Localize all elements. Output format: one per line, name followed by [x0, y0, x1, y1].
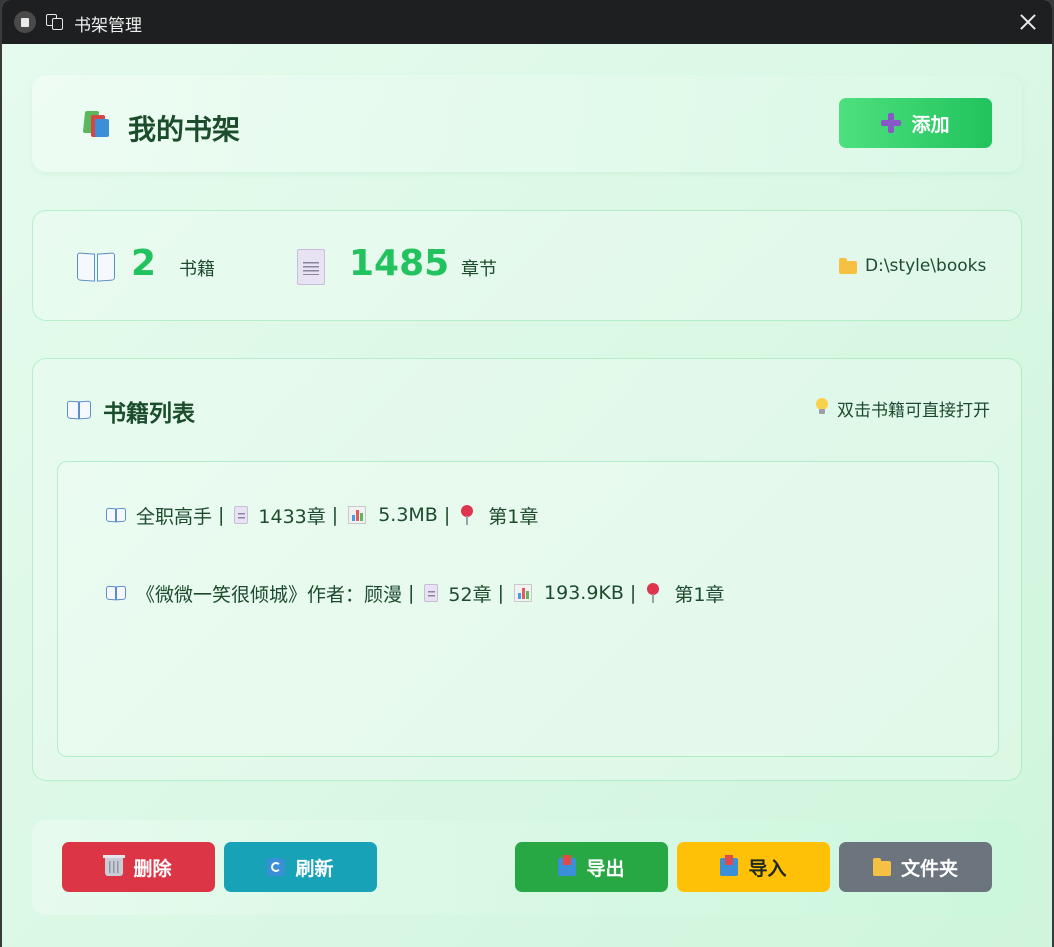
book-progress: 第1章 — [488, 505, 539, 528]
close-icon[interactable] — [1018, 12, 1038, 32]
page-title: 我的书架 — [128, 113, 241, 146]
document-icon — [234, 506, 249, 524]
open-book-icon — [67, 400, 91, 420]
book-progress: 第1章 — [674, 583, 725, 606]
chapters-label: 章节 — [461, 259, 497, 280]
list-title: 书籍列表 — [103, 401, 195, 427]
book-icon — [106, 507, 126, 523]
folder-icon — [872, 858, 891, 876]
add-button[interactable]: 添加 — [839, 98, 992, 148]
book-name: 《微微一笑很倾城》作者：顾漫 — [136, 583, 403, 606]
app-icon[interactable] — [14, 11, 36, 33]
outbox-icon — [558, 855, 577, 876]
folder-icon — [839, 258, 857, 274]
books-label: 书籍 — [179, 259, 215, 280]
pushpin-icon — [460, 505, 474, 525]
plus-icon — [881, 113, 902, 133]
pushpin-icon — [646, 583, 660, 603]
open-folder-button-label: 文件夹 — [900, 857, 958, 880]
separator: | — [331, 504, 339, 526]
books-count: 2 — [131, 243, 157, 284]
separator: | — [629, 582, 637, 604]
list-item[interactable]: 《微微一笑很倾城》作者：顾漫 | 52章 | 193.9KB | 第1章 — [106, 578, 724, 608]
document-icon — [424, 584, 439, 602]
separator: | — [408, 582, 415, 604]
import-button-label: 导入 — [748, 857, 787, 880]
export-button-label: 导出 — [586, 857, 625, 880]
book-size: 5.3MB — [378, 504, 438, 526]
title-bar: 书架管理 — [2, 0, 1052, 44]
book-list[interactable]: 全职高手 | 1433章 | 5.3MB | 第1章 《微微一笑很倾城》作者：顾… — [57, 461, 999, 757]
book-icon — [106, 585, 126, 601]
separator: | — [497, 582, 505, 604]
window-pages-icon — [46, 14, 64, 30]
action-bar: 删除 刷新 导出 导入 文件夹 — [32, 820, 1022, 915]
delete-button-label: 删除 — [133, 857, 172, 880]
inbox-icon — [720, 855, 739, 876]
refresh-button[interactable]: 刷新 — [224, 842, 377, 892]
stats-panel: 2 书籍 1485 章节 D:\style\books — [32, 210, 1022, 321]
document-icon — [297, 249, 325, 285]
add-button-label: 添加 — [911, 113, 950, 136]
books-icon — [82, 109, 112, 139]
list-item[interactable]: 全职高手 | 1433章 | 5.3MB | 第1章 — [106, 500, 538, 530]
import-button[interactable]: 导入 — [677, 842, 830, 892]
open-book-icon — [77, 252, 115, 282]
bar-chart-icon — [514, 584, 533, 602]
bar-chart-icon — [348, 506, 367, 524]
refresh-icon — [267, 858, 286, 876]
open-folder-button[interactable]: 文件夹 — [839, 842, 992, 892]
window-title: 书架管理 — [74, 16, 142, 36]
bookshelf-window: 书架管理 我的书架 添加 2 书籍 1485 章节 D:\style\books… — [2, 0, 1052, 947]
chapters-count: 1485 — [349, 243, 450, 284]
book-chapters: 1433章 — [258, 505, 326, 528]
header-panel: 我的书架 添加 — [32, 75, 1022, 172]
books-path: D:\style\books — [865, 256, 987, 276]
delete-button[interactable]: 删除 — [62, 842, 215, 892]
book-size: 193.9KB — [544, 582, 624, 604]
refresh-button-label: 刷新 — [295, 857, 334, 880]
separator: | — [443, 504, 451, 526]
list-hint: 双击书籍可直接打开 — [837, 401, 990, 421]
separator: | — [218, 504, 225, 526]
lightbulb-icon — [816, 398, 828, 415]
export-button[interactable]: 导出 — [515, 842, 668, 892]
book-chapters: 52章 — [448, 583, 492, 606]
book-name: 全职高手 — [136, 505, 213, 528]
book-list-panel: 书籍列表 双击书籍可直接打开 全职高手 | 1433章 | 5.3MB | 第1… — [32, 358, 1022, 781]
trash-icon — [103, 855, 126, 876]
